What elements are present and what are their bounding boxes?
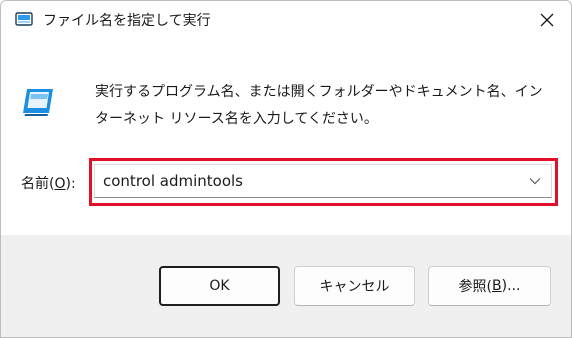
run-app-icon [15, 12, 33, 28]
open-field-highlight [89, 158, 558, 206]
browse-button[interactable]: 参照(B)... [428, 266, 551, 306]
open-label-prefix: 名前( [21, 176, 55, 192]
run-dialog: ファイル名を指定して実行 実行するプログラム名、または開くフォルダーやドキュメン… [0, 0, 572, 338]
dropdown-button[interactable] [527, 173, 543, 189]
open-label-suffix: ): [65, 176, 76, 192]
open-input[interactable] [103, 165, 523, 197]
close-button[interactable] [537, 10, 557, 30]
chevron-down-icon [529, 178, 541, 185]
browse-label-prefix: 参照( [458, 279, 493, 295]
cancel-button[interactable]: キャンセル [294, 266, 415, 306]
open-label-mnemonic: O [54, 176, 66, 192]
dialog-description: 実行するプログラム名、または開くフォルダーやドキュメント名、インターネット リソ… [95, 84, 543, 127]
open-field-label: 名前(O): [21, 173, 76, 193]
close-icon [540, 13, 554, 27]
title-bar[interactable]: ファイル名を指定して実行 [1, 1, 571, 39]
browse-label-suffix: )... [501, 278, 521, 294]
browse-label-mnemonic: B [492, 278, 502, 294]
run-app-icon [21, 87, 55, 117]
window-title: ファイル名を指定して実行 [43, 13, 211, 29]
ok-button[interactable]: OK [159, 266, 280, 306]
open-combobox[interactable] [94, 164, 552, 198]
